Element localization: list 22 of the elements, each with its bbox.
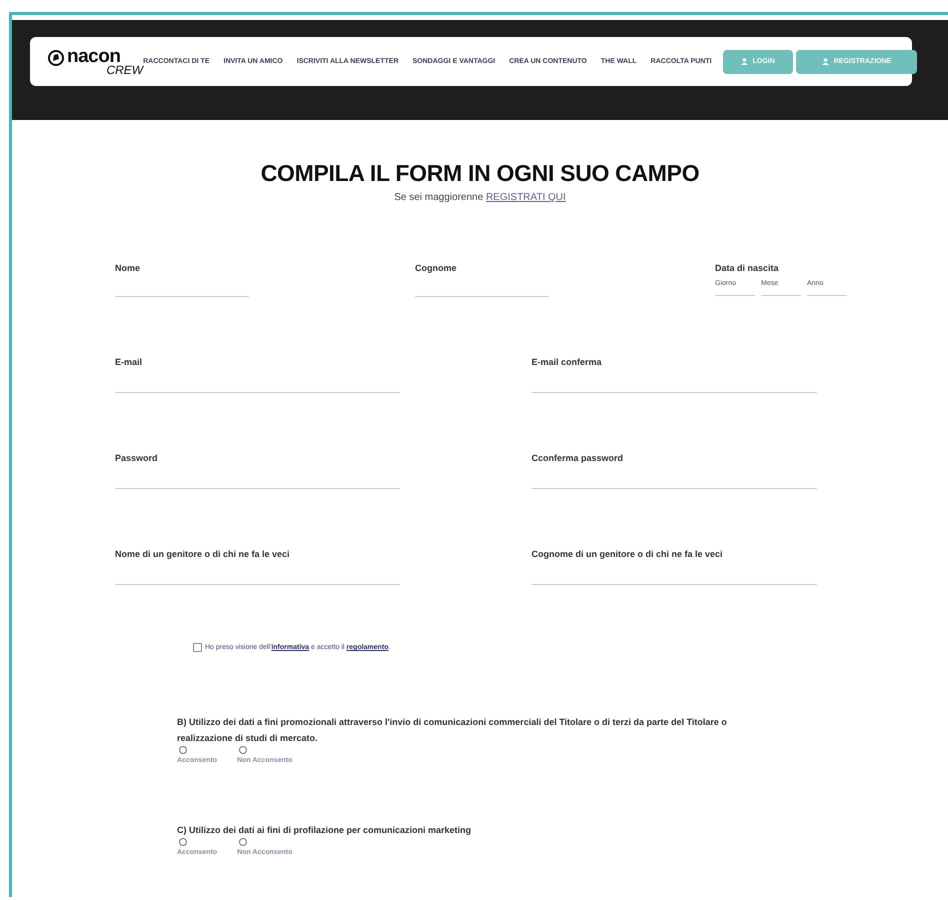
question-text: B) Utilizzo dei dati a fini promozionali attraverso l'invio di comunicazioni commerciali del Titolare o di terzi da parte del Titolare o realizzazione di studi di mercato. [177, 716, 728, 745]
field-label: E-mail [115, 357, 144, 367]
user-icon [822, 58, 829, 65]
checkbox[interactable] [193, 643, 202, 652]
field-label: Nome [115, 263, 142, 273]
field-label: Cognome di un genitore o di chi ne fa le veci [532, 549, 724, 559]
field-label: Cconferma password [532, 453, 624, 463]
subtitle-text: Se sei maggiorenne [394, 192, 484, 203]
field-label: Password [115, 453, 159, 463]
field-label: Data di nascita [715, 263, 780, 273]
logo-icon [48, 50, 64, 66]
radio-button[interactable] [179, 746, 187, 754]
field-label: Nome di un genitore o di chi ne fa le veci [115, 549, 291, 559]
field-label: E-mail conferma [532, 357, 603, 367]
register-link[interactable]: REGISTRATI QUI [486, 192, 566, 203]
form-title: COMPILA IL FORM IN OGNI SUO CAMPO [260, 160, 700, 187]
radio-button[interactable] [239, 838, 248, 846]
radio-button[interactable] [179, 838, 187, 846]
radio-button[interactable] [239, 746, 248, 754]
user-icon [740, 58, 748, 65]
question-text: C) Utilizzo dei dati ai fini di profilazione per comunicazioni marketing [177, 824, 472, 837]
field-label: Cognome [415, 263, 458, 273]
